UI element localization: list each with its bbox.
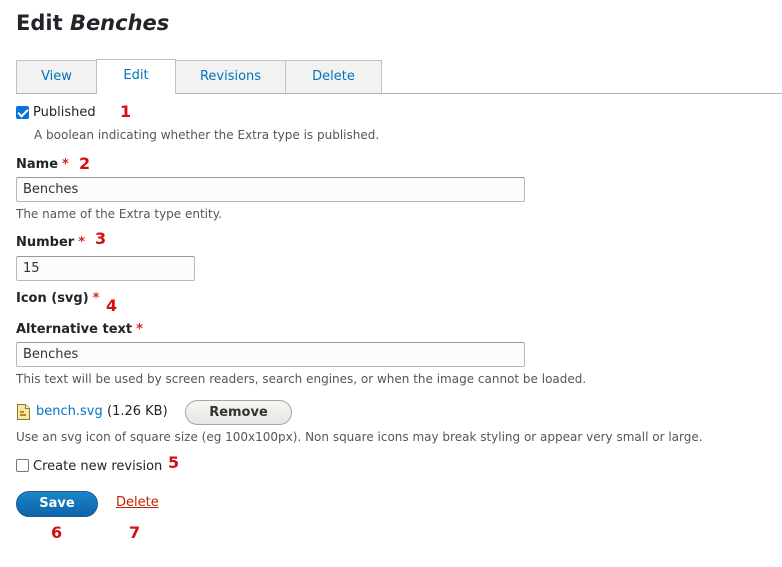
tab-edit[interactable]: Edit [96, 59, 176, 94]
published-checkbox[interactable] [16, 106, 29, 119]
annotation-marker-6: 6 [51, 523, 63, 542]
name-label-text: Name [16, 157, 59, 172]
icon-label: Icon (svg) * [16, 291, 99, 306]
tab-delete[interactable]: Delete [285, 60, 382, 93]
number-label-text: Number [16, 235, 75, 250]
alt-text-field[interactable]: Benches [16, 342, 525, 367]
number-field[interactable]: 15 [16, 256, 195, 281]
number-required-marker: * [78, 235, 86, 250]
number-label: Number * [16, 235, 85, 250]
annotation-marker-1: 1 [120, 102, 132, 121]
remove-button[interactable]: Remove [185, 400, 292, 425]
tab-view[interactable]: View [16, 60, 97, 93]
icon-required-marker: * [92, 291, 100, 306]
icon-description: Use an svg icon of square size (eg 100x1… [16, 430, 703, 444]
name-label: Name * [16, 157, 69, 172]
tab-revisions[interactable]: Revisions [175, 60, 286, 93]
page-title-entity: Benches [69, 11, 170, 35]
published-description: A boolean indicating whether the Extra t… [34, 128, 380, 142]
alt-text-label: Alternative text * [16, 322, 143, 337]
annotation-marker-5: 5 [168, 453, 180, 472]
annotation-marker-4: 4 [106, 296, 118, 315]
alt-text-label-text: Alternative text [16, 322, 133, 337]
create-revision-checkbox[interactable] [16, 459, 29, 472]
alt-text-required-marker: * [136, 322, 143, 337]
alt-text-description: This text will be used by screen readers… [16, 372, 587, 386]
annotation-marker-2: 2 [79, 154, 91, 173]
save-button[interactable]: Save [16, 491, 98, 517]
file-icon [17, 404, 30, 420]
file-size: (1.26 KB) [107, 404, 168, 419]
annotation-marker-7: 7 [129, 523, 141, 542]
file-link[interactable]: bench.svg [36, 404, 103, 419]
published-label[interactable]: Published [33, 105, 96, 120]
name-description: The name of the Extra type entity. [16, 207, 222, 221]
name-field[interactable]: Benches [16, 177, 525, 202]
delete-link[interactable]: Delete [116, 495, 159, 510]
create-revision-label[interactable]: Create new revision [33, 459, 162, 474]
icon-label-text: Icon (svg) [16, 291, 89, 306]
annotation-marker-3: 3 [95, 229, 107, 248]
page-title-prefix: Edit [16, 11, 63, 35]
name-required-marker: * [62, 157, 69, 172]
page-title: Edit Benches [16, 9, 169, 37]
